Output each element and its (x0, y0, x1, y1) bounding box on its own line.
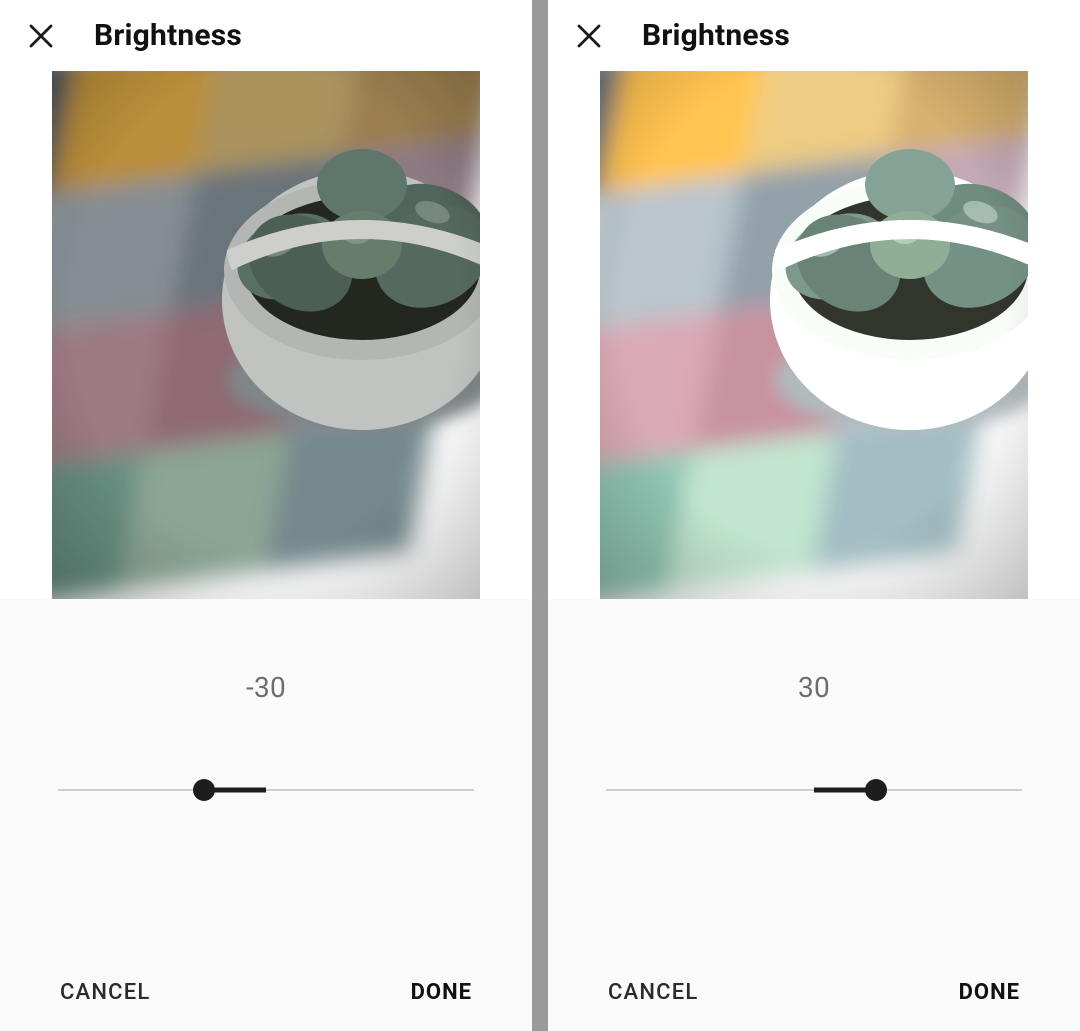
footer: CANCEL DONE (0, 980, 532, 1031)
slider-value: -30 (0, 671, 532, 704)
page-title: Brightness (642, 18, 790, 53)
slider-track (58, 789, 474, 791)
preview-container (0, 67, 532, 599)
controls-area: 30 CANCEL DONE (548, 599, 1080, 1031)
slider-handle[interactable] (193, 779, 215, 801)
page-title: Brightness (94, 18, 242, 53)
header: Brightness (0, 0, 532, 67)
footer: CANCEL DONE (548, 980, 1080, 1031)
done-button[interactable]: DONE (959, 980, 1020, 1005)
header: Brightness (548, 0, 1080, 67)
brightness-slider[interactable] (58, 780, 474, 800)
photo-preview (52, 71, 480, 599)
cancel-button[interactable]: CANCEL (608, 980, 698, 1005)
photo-preview (600, 71, 1028, 599)
done-button[interactable]: DONE (411, 980, 472, 1005)
controls-area: -30 CANCEL DONE (0, 599, 532, 1031)
brightness-panel: Brightness (0, 0, 532, 1031)
close-icon[interactable] (572, 19, 606, 53)
preview-container (548, 67, 1080, 599)
cancel-button[interactable]: CANCEL (60, 980, 150, 1005)
slider-value: 30 (548, 671, 1080, 704)
panel-divider (532, 0, 548, 1031)
close-icon[interactable] (24, 19, 58, 53)
brightness-panel: Brightness (548, 0, 1080, 1031)
brightness-slider[interactable] (606, 780, 1022, 800)
slider-handle[interactable] (865, 779, 887, 801)
